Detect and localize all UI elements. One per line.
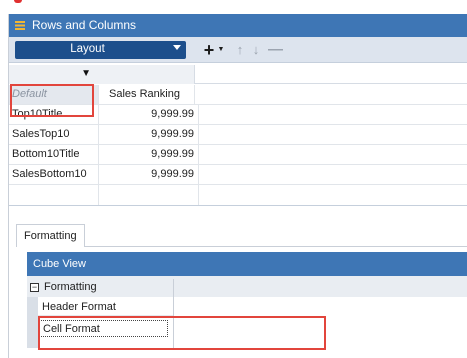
property-header-format[interactable]: Header Format <box>38 299 173 316</box>
property-group-label: Formatting <box>44 281 97 293</box>
grid-empty-row <box>9 185 467 205</box>
panel-title-bar: Rows and Columns <box>9 14 467 37</box>
grid-row[interactable]: Bottom10Title 9,999.99 <box>9 145 467 165</box>
row-header[interactable]: SalesTop10 <box>9 125 99 144</box>
empty-cell <box>95 185 199 205</box>
chevron-down-icon <box>173 45 181 50</box>
empty-cell <box>9 185 99 205</box>
column-header-sales-ranking[interactable]: Sales Ranking <box>95 85 195 104</box>
row-header[interactable]: SalesBottom10 <box>9 165 99 184</box>
filter-icon[interactable]: ▼ <box>81 68 91 79</box>
remove-icon[interactable]: — <box>268 41 283 59</box>
row-header[interactable]: Bottom10Title <box>9 145 99 164</box>
property-gutter <box>27 297 38 348</box>
toolbar: Layout + ▼ ↑ ↓ — <box>9 37 467 63</box>
red-marker <box>14 0 22 3</box>
grid-row[interactable]: SalesTop10 9,999.99 <box>9 125 467 145</box>
grid-row[interactable]: SalesBottom10 9,999.99 <box>9 165 467 185</box>
property-group-formatting[interactable]: − Formatting <box>27 279 467 297</box>
collapse-icon[interactable]: − <box>30 283 39 292</box>
top-edge <box>0 0 467 14</box>
highlight-box-cell-format <box>38 316 326 350</box>
layout-dropdown[interactable]: Layout <box>15 41 186 59</box>
tab-formatting[interactable]: Formatting <box>16 224 85 247</box>
add-icon[interactable]: + <box>202 41 216 59</box>
highlight-box-default <box>10 84 94 117</box>
rows-columns-icon <box>15 21 25 30</box>
move-up-icon[interactable]: ↑ <box>234 41 246 59</box>
grid-header-row: ▼ <box>9 65 467 84</box>
layout-dropdown-label: Layout <box>70 43 105 55</box>
grid-divider <box>9 205 467 206</box>
column-header-empty <box>95 65 195 84</box>
grid-cell[interactable]: 9,999.99 <box>95 105 199 124</box>
grid-cell[interactable]: 9,999.99 <box>95 145 199 164</box>
grid-cell[interactable]: 9,999.99 <box>95 125 199 144</box>
cube-view-header: Cube View <box>27 252 467 276</box>
dropdown-caret-icon[interactable]: ▼ <box>217 41 225 59</box>
move-down-icon[interactable]: ↓ <box>250 41 262 59</box>
row-header-corner: ▼ <box>9 65 96 84</box>
panel-title: Rows and Columns <box>32 18 137 32</box>
tab-strip-line <box>85 246 467 247</box>
grid-cell[interactable]: 9,999.99 <box>95 165 199 184</box>
